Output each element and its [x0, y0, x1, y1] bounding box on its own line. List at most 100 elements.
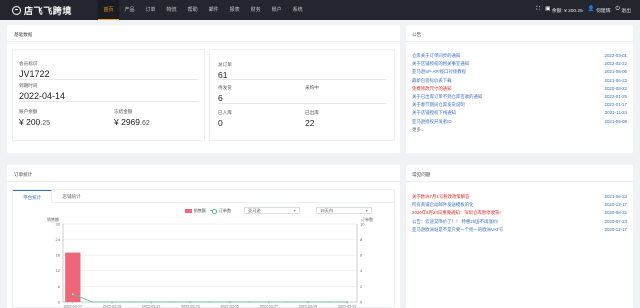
legend-sales-label: 销售额: [193, 208, 207, 213]
notice-text[interactable]: 关于已出库订单不到仓库签收的通知: [412, 93, 482, 101]
tab-shop-stats[interactable]: 店铺统计: [52, 190, 90, 203]
notice-text[interactable]: 最新包装标价表下载: [412, 77, 452, 85]
chart-legend: 销售额 订单数: [185, 208, 231, 214]
notice-text[interactable]: 亚马逊授权开发者ID: [412, 118, 452, 126]
in-stock-label: 已入库: [218, 110, 232, 115]
faq-card: 常见问题 关于欧洲7月1号税改政策解答 2021-06-23 所有商铺启动邮件发送…: [406, 165, 633, 308]
nav-item-orders[interactable]: 订单: [140, 0, 161, 20]
brand-logo[interactable]: 店飞飞跨境: [0, 0, 98, 20]
y-tick-left: 30: [56, 221, 61, 226]
notice-text[interactable]: 亚马逊SP-API接口对接教程: [412, 68, 466, 76]
account-balance: 账户余额 ¥ 200.25: [19, 109, 50, 127]
notice-item[interactable]: 关于店铺授权的相关事宜通知 2022-02-22: [412, 60, 627, 68]
y-tick-left: 24: [56, 237, 61, 242]
account-balance-label: 账户余额: [19, 109, 38, 114]
legend-sales[interactable]: 销售额: [185, 208, 206, 214]
order-stats-chart: 销售额 订单数061218243002468102022-03-17 2022-03…: [47, 216, 373, 308]
faq-text[interactable]: 2020年8月23日重要通知：深圳仓库暂停收货!: [412, 209, 501, 217]
nav-item-system[interactable]: 系统: [287, 0, 308, 20]
notice-text[interactable]: 关于春节期间仓库发货说明: [412, 101, 465, 109]
faq-item[interactable]: 公告：云途又降价了！！ 特惠20国不再涨价! 2020-07-23: [412, 218, 627, 226]
notice-date: 2022-01-25: [604, 93, 627, 99]
balance-indicator[interactable]: ▣ 余额: ¥ 200.25: [545, 7, 583, 14]
legend-sales-swatch: [185, 208, 192, 213]
notice-item[interactable]: 最新包装标价表下载 2021-06-23: [412, 77, 627, 85]
shipped-out-label: 已出库: [305, 110, 319, 115]
faq-date: 2020-08-22: [604, 210, 627, 216]
nav-item-reports[interactable]: 报表: [224, 0, 245, 20]
notice-item[interactable]: 亚马逊授权开发者ID 2021-06-09: [412, 118, 627, 126]
nav-item-mail[interactable]: 邮件: [203, 0, 224, 20]
faq-item[interactable]: 所有商铺启动邮件发送模板的化 2020-12-17: [412, 201, 627, 209]
order-info-block: 总订单 61 待发货 6 采购中 已入库 0 已出库 22: [209, 49, 395, 141]
divider: [7, 41, 400, 42]
shipped-out-value: 22: [305, 117, 315, 128]
notice-title: 公告: [412, 32, 422, 37]
nav-item-account[interactable]: 账户: [266, 0, 287, 20]
top-right-toolbar: ⛶ ▣ 余额: ¥ 200.25 👤 何建辉 ⏻ 退出: [536, 0, 631, 20]
notice-item[interactable]: 仓库关于订单同步的通知 2022-03-01: [412, 52, 627, 60]
range-select[interactable]: 15天内 ▼: [316, 207, 372, 214]
point-orders: [130, 300, 133, 304]
faq-text[interactable]: 关于欧洲7月1号税改政策解答: [412, 193, 470, 201]
frozen-amount: 冻结金额 ¥ 2969.62: [114, 109, 150, 127]
legend-orders[interactable]: 订单数: [210, 208, 231, 214]
user-name: 何建辉: [596, 8, 611, 14]
faq-title: 常见问题: [412, 172, 431, 177]
user-menu[interactable]: 👤 何建辉: [588, 7, 611, 14]
notice-more-link[interactable]: 更多...: [412, 127, 627, 133]
balance-text: 余额: ¥ 200.25: [551, 8, 583, 14]
y-tick-right: 2: [360, 284, 363, 289]
notice-text[interactable]: 关于店铺授权的相关事宜通知: [412, 60, 469, 68]
notice-item[interactable]: 免费修改尺寸的通知 2020-08-22: [412, 85, 627, 93]
y-tick-left: 6: [58, 284, 61, 289]
faq-text[interactable]: 公告：云途又降价了！！ 特惠20国不再涨价!: [412, 218, 498, 226]
divider: [406, 41, 633, 42]
fullscreen-icon[interactable]: ⛶: [536, 7, 540, 13]
faq-item[interactable]: 2020年8月23日重要通知：深圳仓库暂停收货! 2020-08-22: [412, 209, 627, 217]
nav-item-finance[interactable]: 财务: [245, 0, 266, 20]
faq-date: 2020-07-23: [604, 218, 627, 224]
point-orders: [71, 293, 74, 296]
nav-item-help[interactable]: 帮助: [182, 0, 203, 20]
pending-ship: 待发货 6: [218, 85, 232, 103]
faq-item[interactable]: 关于欧洲7月1号税改政策解答 2021-06-23: [412, 193, 627, 201]
platform-select[interactable]: 亚马逊 ▼: [244, 207, 300, 214]
notice-text[interactable]: 免费修改尺寸的通知: [412, 85, 452, 93]
expire-date-value: 2022-04-14: [19, 90, 66, 101]
faq-text[interactable]: 亚马逊欧洲站是不是只要一个统一的欧洲VAT号: [412, 226, 503, 234]
purchasing: 采购中: [305, 85, 319, 93]
basic-data-title: 基础数据: [14, 32, 33, 37]
divider: [406, 181, 633, 182]
notice-date: 2022-02-22: [604, 61, 627, 67]
user-icon: 👤: [587, 6, 595, 13]
total-orders: 总订单 61: [218, 62, 232, 80]
notice-date: 2022-01-17: [604, 102, 627, 108]
frozen-integer: ¥ 2969: [114, 116, 140, 127]
x-tick-label: 2022-03-25: [220, 305, 238, 308]
notice-item[interactable]: 亚马逊SP-API接口对接教程 2021-08-06: [412, 68, 627, 76]
x-tick-label: 2022-03-27: [260, 305, 278, 308]
faq-date: 2020-12-17: [604, 202, 627, 208]
nav-item-logistics[interactable]: 物流: [161, 0, 182, 20]
order-stats-card: 订单统计 平台统计 店铺统计 销售额 订单数 亚马逊 ▼ 15天内 ▼ 销售额 订…: [7, 165, 400, 308]
tab-platform-stats[interactable]: 平台统计: [13, 190, 53, 203]
notice-date: 2022-03-01: [604, 53, 627, 58]
logout-button[interactable]: ⏻ 退出: [616, 7, 631, 14]
top-navigation-bar: 店飞飞跨境 首页 产品 订单 物流 帮助 邮件 报表 财务 账户 系统 ⛶ ▣ …: [0, 0, 640, 20]
notice-text[interactable]: 仓库关于订单同步的通知: [412, 52, 460, 60]
nav-item-products[interactable]: 产品: [119, 0, 140, 20]
notice-item[interactable]: 关于店铺授权下线通知 2021-11-24: [412, 109, 627, 117]
nav-item-home[interactable]: 首页: [98, 0, 120, 20]
notice-text[interactable]: 关于店铺授权下线通知: [412, 109, 456, 117]
balance-integer: ¥ 200: [19, 116, 41, 127]
frozen-decimal: .62: [140, 119, 150, 127]
point-orders: [326, 300, 329, 304]
order-stats-title: 订单统计: [14, 172, 33, 177]
notice-item[interactable]: 关于春节期间仓库发货说明 2022-01-17: [412, 101, 627, 109]
faq-item[interactable]: 亚马逊欧洲站是不是只要一个统一的欧洲VAT号 2020-12-17: [412, 226, 627, 234]
total-orders-label: 总订单: [218, 62, 232, 67]
notice-item[interactable]: 关于已出库订单不到仓库签收的通知 2022-01-25: [412, 93, 627, 101]
faq-text[interactable]: 所有商铺启动邮件发送模板的化: [412, 201, 473, 209]
point-orders: [91, 300, 94, 304]
